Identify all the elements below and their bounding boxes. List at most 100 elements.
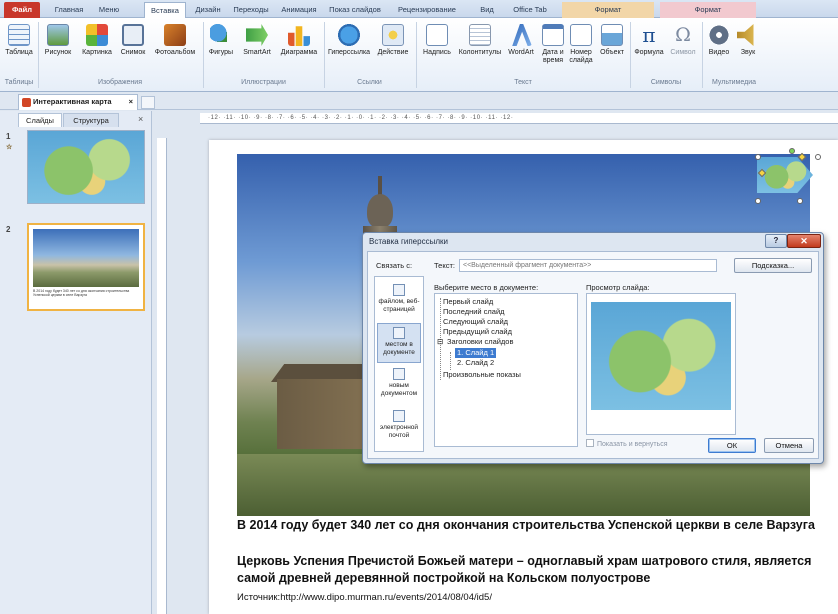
slide-source-text[interactable]: Источник:http://www.dipo.murman.ru/event… — [237, 592, 492, 603]
slides-panel: Слайды Структура × 1 ☆ 2 В 2014 году буд… — [0, 111, 152, 614]
table-label: Таблица — [5, 49, 33, 56]
tree-item-previous-slide[interactable]: Предыдущий слайд — [443, 327, 512, 337]
equation-button[interactable]: π Формула — [632, 22, 666, 74]
resize-handle[interactable] — [755, 198, 761, 204]
action-button[interactable]: Действие — [373, 22, 413, 74]
textbox-button[interactable]: Надпись — [418, 22, 456, 74]
document-place-tree[interactable]: Первый слайд Последний слайд Следующий с… — [434, 293, 578, 447]
group-label-tables: Таблицы — [4, 79, 34, 86]
smartart-icon — [246, 24, 268, 46]
tab-office-tab[interactable]: Office Tab — [508, 2, 552, 18]
slide-thumbnail-1[interactable] — [27, 130, 145, 204]
tab-design[interactable]: Дизайн — [190, 2, 226, 18]
tab-home[interactable]: Главная — [48, 2, 90, 18]
screentip-button[interactable]: Подсказка... — [734, 258, 812, 273]
hyperlink-button[interactable]: Гиперссылка — [326, 22, 372, 74]
link-to-bar: файлом, веб-страницей местом в документе… — [374, 276, 424, 452]
date-time-button[interactable]: Дата и время — [539, 22, 567, 74]
photo-album-button[interactable]: Фотоальбом — [150, 22, 200, 74]
tab-format-drawing[interactable]: Формат — [562, 2, 654, 18]
tab-insert[interactable]: Вставка — [144, 2, 186, 18]
link-option-web-page[interactable]: файлом, веб-страницей — [377, 281, 421, 321]
close-panel-icon[interactable]: × — [138, 114, 143, 124]
hyperlink-label: Гиперссылка — [327, 49, 371, 56]
link-option-email[interactable]: электронной почтой — [377, 407, 421, 447]
tab-view[interactable]: Вид — [474, 2, 500, 18]
audio-button[interactable]: Звук — [735, 22, 761, 74]
church-dome — [367, 194, 393, 228]
object-icon — [601, 24, 623, 46]
ok-button[interactable]: ОК — [708, 438, 756, 453]
tree-item-next-slide[interactable]: Следующий слайд — [443, 317, 508, 327]
screenshot-button[interactable]: Снимок — [117, 22, 149, 74]
table-icon — [8, 24, 30, 46]
document-tab[interactable]: Интерактивная карта × — [18, 94, 138, 110]
tab-review[interactable]: Рецензирование — [392, 2, 462, 18]
wordart-icon — [512, 24, 532, 46]
select-place-label: Выберите место в документе: — [434, 283, 539, 292]
wordart-label: WordArt — [508, 49, 534, 56]
tree-item-slide-titles[interactable]: Заголовки слайдов — [447, 337, 513, 347]
tab-slideshow[interactable]: Показ слайдов — [324, 2, 386, 18]
tab-slides[interactable]: Слайды — [18, 113, 62, 127]
chart-label: Диаграмма — [280, 49, 318, 56]
picture-icon — [47, 24, 69, 46]
close-dialog-button[interactable]: ✕ — [787, 234, 821, 248]
show-and-return-checkbox[interactable]: Показать и вернуться — [586, 439, 668, 448]
tab-menu[interactable]: Меню — [92, 2, 126, 18]
object-button[interactable]: Объект — [596, 22, 628, 74]
slide-number-icon — [570, 24, 592, 46]
collapse-icon[interactable]: ⊟ — [437, 337, 443, 347]
dialog-body: Связать с: файлом, веб-страницей местом … — [367, 251, 819, 459]
header-footer-label: Колонтитулы — [458, 49, 502, 56]
slide-number-button[interactable]: Номер слайда — [567, 22, 595, 74]
slide-thumbnail-2[interactable]: В 2014 году будет 340 лет со дня окончан… — [27, 223, 145, 311]
close-document-tab-icon[interactable]: × — [129, 95, 133, 109]
help-button[interactable]: ? — [765, 234, 787, 248]
group-divider — [203, 22, 204, 88]
tab-transitions[interactable]: Переходы — [228, 2, 274, 18]
action-icon — [382, 24, 404, 46]
picture-button[interactable]: Рисунок — [40, 22, 76, 74]
slide-text-line-2[interactable]: Церковь Успения Пречистой Божьей матери … — [237, 553, 827, 587]
document-tab-bar: Интерактивная карта × — [0, 92, 838, 199]
tree-line — [450, 352, 451, 370]
slide-preview-label: Просмотр слайда: — [586, 283, 650, 292]
tab-file[interactable]: Файл — [4, 2, 40, 18]
picture-label: Рисунок — [44, 49, 72, 56]
cancel-button[interactable]: Отмена — [764, 438, 814, 453]
resize-handle[interactable] — [797, 198, 803, 204]
new-tab-button[interactable] — [141, 96, 155, 109]
tree-item-slide-1[interactable]: 1. Слайд 1 — [455, 348, 497, 358]
checkbox-box — [586, 439, 594, 447]
slide-number-label: Номер слайда — [569, 49, 593, 64]
resize-handle[interactable] — [755, 154, 761, 160]
chart-button[interactable]: Диаграмма — [276, 22, 322, 74]
link-option-place-in-document[interactable]: местом в документе — [377, 323, 421, 363]
table-button[interactable]: Таблица — [2, 22, 36, 74]
slide-text-line-1[interactable]: В 2014 году будет 340 лет со дня окончан… — [237, 517, 827, 534]
text-to-display-input[interactable]: <<Выделенный фрагмент документа>> — [459, 259, 717, 272]
clipart-button[interactable]: Картинка — [78, 22, 116, 74]
tab-format-picture[interactable]: Формат — [660, 2, 756, 18]
tree-item-first-slide[interactable]: Первый слайд — [443, 297, 493, 307]
thumbnail-photo — [33, 229, 139, 287]
tab-animations[interactable]: Анимация — [278, 2, 320, 18]
resize-handle[interactable] — [815, 154, 821, 160]
wordart-button[interactable]: WordArt — [504, 22, 538, 74]
action-label: Действие — [377, 49, 409, 56]
tab-outline[interactable]: Структура — [63, 113, 119, 127]
tree-item-slide-2[interactable]: 2. Слайд 2 — [457, 358, 494, 368]
symbol-button[interactable]: Ω Символ — [667, 22, 699, 74]
horizontal-ruler: ·12· ·11· ·10· ·9· ·8· ·7· ·6· ·5· ·4· ·… — [200, 113, 838, 124]
rotation-handle[interactable] — [789, 148, 795, 154]
link-to-label: Связать с: — [376, 261, 413, 270]
link-option-new-document[interactable]: новым документом — [377, 365, 421, 405]
animation-star-icon: ☆ — [6, 144, 13, 151]
tree-item-last-slide[interactable]: Последний слайд — [443, 307, 505, 317]
tree-item-custom-shows[interactable]: Произвольные показы — [443, 370, 521, 380]
video-button[interactable]: Видео — [704, 22, 734, 74]
smartart-button[interactable]: SmartArt — [239, 22, 275, 74]
header-footer-button[interactable]: Колонтитулы — [457, 22, 503, 74]
shapes-button[interactable]: Фигуры — [205, 22, 237, 74]
